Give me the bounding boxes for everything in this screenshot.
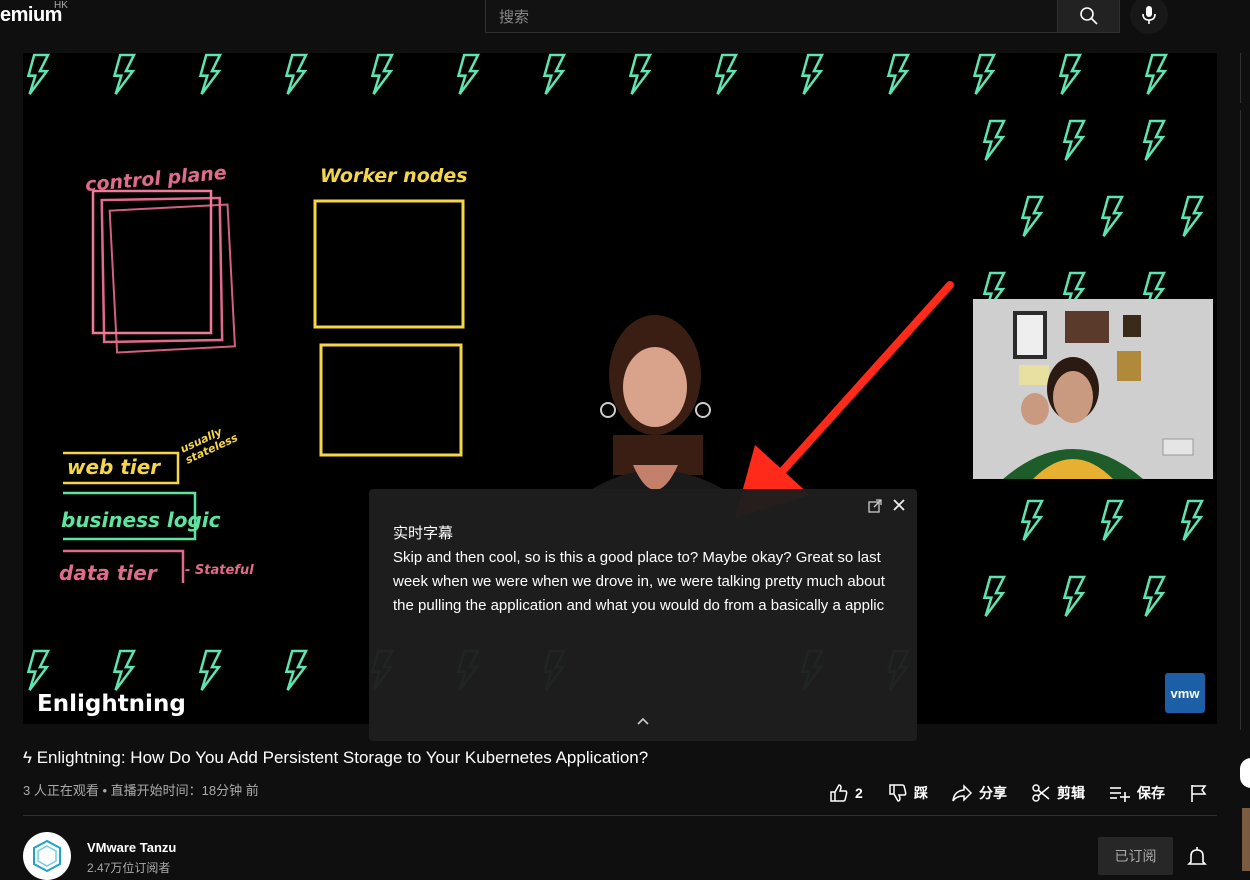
logo-region: HK [54, 0, 68, 11]
clip-button[interactable]: 剪辑 [1031, 782, 1085, 804]
sidebar-edge [1240, 53, 1250, 103]
share-icon [952, 784, 973, 802]
vmware-logo: vmw [1165, 673, 1205, 713]
video-title: ϟ Enlightning: How Do You Add Persistent… [23, 748, 649, 767]
recommendation-thumbnail[interactable] [1242, 808, 1250, 871]
close-icon[interactable] [891, 497, 907, 513]
bolt-shape [1020, 195, 1045, 237]
bolt-shape [1144, 53, 1169, 95]
video-meta: 3 人正在观看 • 直播开始时间：18分钟 前 [23, 783, 259, 798]
bolt-shape [1062, 575, 1087, 617]
clip-label: 剪辑 [1057, 785, 1085, 801]
bolt-shape [628, 53, 653, 95]
label-stateful: - Stateful [185, 563, 254, 578]
voice-search-button[interactable] [1130, 0, 1168, 34]
bolt-shape [972, 53, 997, 95]
bolt-shape [456, 53, 481, 95]
popout-icon[interactable] [867, 498, 883, 514]
share-button[interactable]: 分享 [951, 782, 1007, 804]
share-label: 分享 [979, 785, 1007, 801]
sidebar-edge [1240, 110, 1250, 730]
bolt-shape [982, 119, 1007, 161]
save-label: 保存 [1137, 785, 1165, 801]
bolt-shape [284, 649, 309, 691]
subscribed-button[interactable]: 已订阅 [1098, 837, 1173, 875]
bolt-shape [982, 575, 1007, 617]
bolt-shape [1142, 575, 1167, 617]
report-button[interactable] [1190, 782, 1214, 804]
label-worker-nodes: Worker nodes [320, 165, 468, 187]
thumbs-up-icon [830, 784, 848, 802]
show-logo: Enlightning [37, 691, 186, 717]
bolt-shape [1062, 119, 1087, 161]
caption-title: 实时字幕 [393, 525, 454, 542]
search-box[interactable]: 搜索 [485, 0, 1058, 33]
subscriber-count: 2.47万位订阅者 [87, 861, 171, 875]
bolt-shape [800, 53, 825, 95]
label-web-tier: web tier [67, 455, 161, 479]
bolt-shape [284, 53, 309, 95]
channel-name[interactable]: VMware Tanzu [87, 840, 176, 855]
bolt-shape [1020, 499, 1045, 541]
bolt-shape [714, 53, 739, 95]
bolt-shape [542, 53, 567, 95]
bolt-shape [26, 649, 51, 691]
flag-icon [1191, 785, 1207, 802]
bolt-shape [886, 53, 911, 95]
webcam-scene [973, 299, 1213, 479]
microphone-icon [1142, 6, 1156, 24]
scroll-button[interactable] [1240, 758, 1250, 788]
label-data-tier: data tier [59, 561, 157, 585]
bolt-shape [1142, 119, 1167, 161]
bolt-shape [370, 53, 395, 95]
bolt-shape [1180, 195, 1205, 237]
search-icon [1079, 7, 1098, 25]
search-input[interactable]: 搜索 [499, 6, 529, 27]
dislike-button[interactable]: 踩 [888, 782, 928, 804]
like-count: 2 [855, 785, 863, 801]
playlist-add-icon [1110, 787, 1130, 802]
site-logo[interactable]: emium [0, 4, 62, 27]
label-business-logic: business logic [61, 508, 221, 532]
tanzu-logo-icon [33, 839, 61, 873]
dislike-label: 踩 [914, 785, 928, 801]
caption-text: Skip and then cool, so is this a good pl… [393, 549, 885, 614]
bolt-shape [198, 649, 223, 691]
bolt-shape [112, 649, 137, 691]
bolt-shape [1180, 499, 1205, 541]
bolt-shape [1058, 53, 1083, 95]
thumbs-down-icon [889, 784, 907, 802]
bolt-shape [1100, 195, 1125, 237]
bell-icon[interactable] [1185, 845, 1209, 869]
bolt-shape [1100, 499, 1125, 541]
channel-avatar[interactable] [23, 832, 71, 880]
divider [23, 815, 1217, 816]
live-caption-panel: 实时字幕 Skip and then cool, so is this a go… [369, 489, 917, 741]
scissors-icon [1032, 784, 1050, 802]
top-bar: emium HK 搜索 [0, 0, 1250, 40]
search-button[interactable] [1057, 0, 1120, 33]
save-button[interactable]: 保存 [1109, 782, 1165, 804]
bolt-shape [198, 53, 223, 95]
webcam-inset [973, 299, 1213, 479]
chevron-up-icon[interactable] [635, 714, 651, 728]
bolt-shape [26, 53, 51, 95]
bolt-shape [112, 53, 137, 95]
like-button[interactable]: 2 [829, 782, 863, 804]
